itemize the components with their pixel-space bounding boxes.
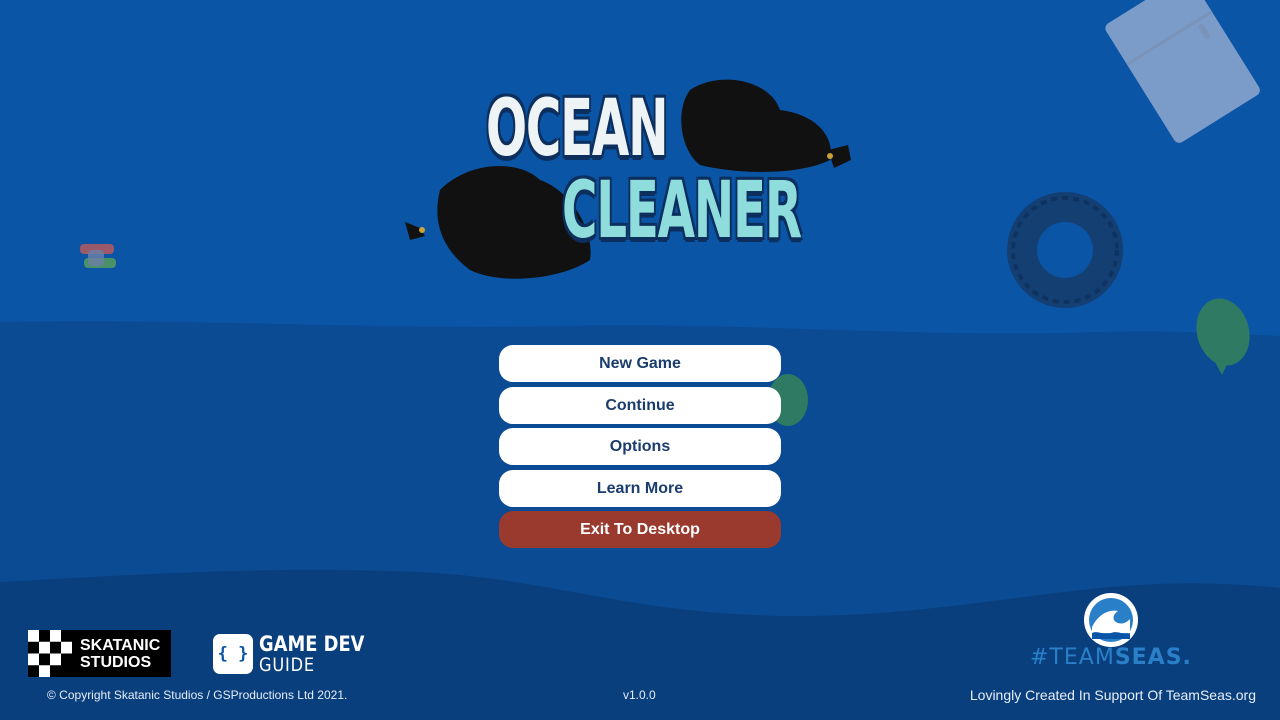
version-text: v1.0.0: [623, 688, 656, 702]
teamseas-suffix: SEAS.: [1114, 645, 1192, 670]
copyright-text: © Copyright Skatanic Studios / GSProduct…: [47, 688, 348, 702]
braces-icon: { }: [213, 634, 253, 674]
skatanic-studios-logo: SKATANIC STUDIOS: [28, 630, 171, 677]
title-ocean: OCEAN: [486, 84, 669, 174]
game-dev-guide-logo: { } GAME DEV GUIDE: [213, 632, 373, 676]
learn-more-button[interactable]: Learn More: [499, 469, 781, 507]
skatanic-line1: SKATANIC: [80, 637, 161, 654]
teamseas-prefix: #TEAM: [1030, 645, 1115, 670]
title-cleaner: CLEANER: [562, 166, 802, 256]
continue-button[interactable]: Continue: [499, 386, 781, 424]
new-game-button[interactable]: New Game: [499, 345, 781, 382]
support-text: Lovingly Created In Support Of TeamSeas.…: [969, 687, 1256, 703]
gamedev-line2: GUIDE: [259, 654, 315, 676]
teamseas-logo: #TEAMSEAS.: [1030, 645, 1192, 670]
options-button[interactable]: Options: [499, 428, 781, 465]
checker-icon: [28, 630, 72, 677]
skatanic-line2: STUDIOS: [80, 654, 152, 671]
wave-icon: [1084, 593, 1138, 647]
tire-icon: [1007, 192, 1123, 308]
gamedev-line1: GAME DEV: [259, 632, 365, 656]
exit-to-desktop-button[interactable]: Exit To Desktop: [499, 511, 781, 548]
main-menu: New Game Continue Options Learn More Exi…: [499, 345, 781, 553]
